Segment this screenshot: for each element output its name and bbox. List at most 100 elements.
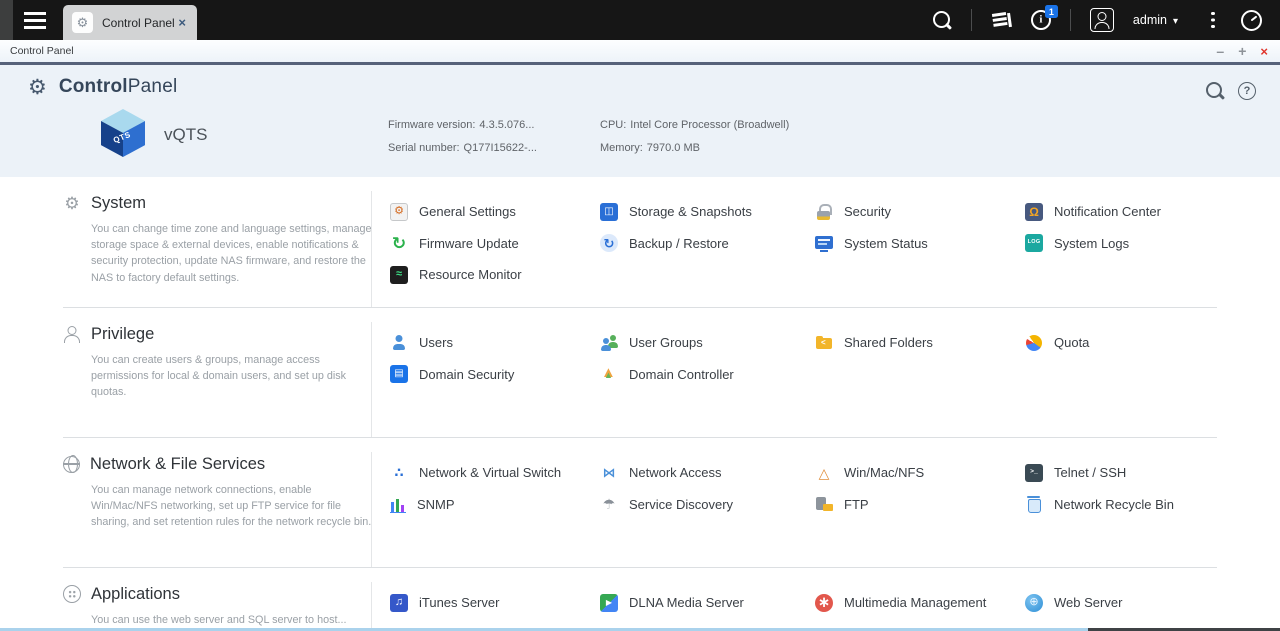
item-service-discovery[interactable]: Service Discovery	[600, 494, 815, 515]
cpu-label: CPU:	[600, 119, 627, 131]
apps-grid-icon	[63, 585, 81, 603]
item-firmware-update[interactable]: Firmware Update	[390, 233, 600, 254]
item-win-mac-nfs[interactable]: Win/Mac/NFS	[815, 462, 1025, 483]
more-options-icon[interactable]	[1211, 11, 1216, 29]
memory-value: 7970.0 MB	[646, 142, 700, 154]
search-icon[interactable]	[932, 10, 952, 30]
section-description: You can use the web server and SQL serve…	[91, 614, 347, 626]
item-multimedia-management[interactable]: Multimedia Management	[815, 592, 1025, 613]
nas-logo: QTS	[96, 109, 150, 161]
item-network-virtual-switch[interactable]: Network & Virtual Switch	[390, 462, 600, 483]
maximize-button[interactable]: +	[1238, 44, 1246, 58]
item-security[interactable]: Security	[815, 201, 1025, 222]
hamburger-icon	[24, 11, 46, 29]
item-system-status[interactable]: System Status	[815, 233, 1025, 254]
multimedia-management-icon	[815, 593, 833, 612]
tab-control-panel[interactable]: Control Panel	[63, 5, 197, 40]
general-settings-icon	[390, 202, 408, 221]
users-icon	[390, 334, 408, 352]
memory-label: Memory:	[600, 142, 643, 154]
control-panel-header: ControlPanel QTS vQTS Firmware version:4…	[0, 65, 1280, 177]
network-recycle-bin-icon	[1025, 495, 1043, 513]
item-general-settings[interactable]: General Settings	[390, 201, 600, 222]
item-network-access[interactable]: Network Access	[600, 462, 815, 483]
window-title: Control Panel	[10, 45, 74, 57]
tab-label: Control Panel	[102, 15, 175, 30]
win-mac-nfs-icon	[815, 464, 833, 482]
topbar-actions: 1 admin	[932, 5, 1280, 32]
qts-desktop: Control Panel 1 admin Control Panel – +	[0, 0, 1280, 631]
shared-folders-icon	[815, 334, 833, 352]
item-web-server[interactable]: Web Server	[1025, 592, 1220, 613]
background-tasks-icon[interactable]	[991, 11, 1012, 29]
system-status-icon	[815, 236, 833, 249]
item-dlna-media-server[interactable]: DLNA Media Server	[600, 592, 815, 613]
network-virtual-switch-icon	[390, 464, 408, 482]
page-title: ControlPanel	[58, 76, 178, 97]
nas-info: Firmware version: 4.3.5.076... CPU: Intel …	[388, 119, 789, 165]
item-user-groups[interactable]: User Groups	[600, 332, 815, 353]
firmware-value: 4.3.5.076...	[479, 119, 535, 131]
quota-icon	[1026, 334, 1042, 351]
section-title: Privilege	[91, 324, 155, 343]
section-description: You can manage network connections, enab…	[91, 484, 372, 529]
control-panel-body: System You can change time zone and lang…	[0, 177, 1280, 631]
item-system-logs[interactable]: System Logs	[1025, 233, 1220, 254]
section-description: You can change time zone and language se…	[91, 223, 372, 284]
dashboard-icon[interactable]	[1241, 9, 1262, 31]
item-storage-snapshots[interactable]: Storage & Snapshots	[600, 201, 815, 222]
item-backup-restore[interactable]: Backup / Restore	[600, 233, 815, 254]
domain-controller-icon	[600, 365, 618, 383]
nas-model: vQTS	[164, 125, 208, 144]
window-title-bar: Control Panel – + ×	[0, 40, 1280, 62]
firmware-label: Firmware version:	[388, 119, 476, 131]
user-groups-icon	[600, 334, 618, 352]
qts-top-bar: Control Panel 1 admin	[0, 0, 1280, 40]
item-quota[interactable]: Quota	[1025, 332, 1220, 353]
panel-search-icon[interactable]	[1206, 82, 1224, 100]
domain-security-icon	[390, 365, 408, 383]
firmware-update-icon	[390, 234, 408, 252]
section-title: Applications	[91, 584, 180, 603]
item-ftp[interactable]: FTP	[815, 494, 1025, 515]
main-menu-button[interactable]	[24, 11, 46, 29]
item-domain-controller[interactable]: Domain Controller	[600, 364, 815, 385]
topbar-divider	[1069, 9, 1071, 31]
caret-down-icon	[1173, 13, 1178, 27]
user-avatar-icon[interactable]	[1089, 8, 1114, 32]
section-network-file-services: Network & File Services You can manage n…	[63, 437, 1217, 567]
minimize-button[interactable]: –	[1216, 44, 1224, 58]
section-title: Network & File Services	[90, 454, 266, 473]
section-description: You can create users & groups, manage ac…	[91, 354, 347, 399]
topbar-left-strip	[0, 0, 13, 40]
username-label: admin	[1132, 13, 1167, 27]
system-logs-icon	[1025, 234, 1043, 252]
item-snmp[interactable]: SNMP	[390, 494, 600, 515]
item-itunes-server[interactable]: iTunes Server	[390, 592, 600, 613]
service-discovery-icon	[600, 495, 618, 513]
gear-outline-icon	[63, 194, 81, 212]
notifications-icon[interactable]: 1	[1030, 5, 1058, 30]
topbar-divider	[970, 9, 972, 31]
tab-close-icon[interactable]	[176, 14, 188, 31]
help-icon[interactable]	[1238, 82, 1256, 100]
item-resource-monitor[interactable]: Resource Monitor	[390, 264, 600, 285]
itunes-server-icon	[390, 593, 408, 612]
control-panel-gear-icon	[72, 12, 93, 33]
network-access-icon	[600, 464, 618, 482]
item-shared-folders[interactable]: Shared Folders	[815, 332, 1025, 353]
section-applications: Applications You can use the web server …	[63, 567, 1217, 631]
ftp-icon	[815, 495, 833, 513]
resource-monitor-icon	[390, 265, 408, 284]
dlna-media-server-icon	[600, 593, 618, 612]
item-users[interactable]: Users	[390, 332, 600, 353]
item-telnet-ssh[interactable]: Telnet / SSH	[1025, 462, 1220, 483]
storage-snapshots-icon	[600, 202, 618, 221]
item-domain-security[interactable]: Domain Security	[390, 364, 600, 385]
item-network-recycle-bin[interactable]: Network Recycle Bin	[1025, 494, 1220, 515]
close-button[interactable]: ×	[1260, 45, 1268, 58]
notification-center-icon	[1025, 202, 1043, 221]
item-notification-center[interactable]: Notification Center	[1025, 201, 1220, 222]
user-menu[interactable]: admin	[1133, 13, 1178, 27]
notification-badge: 1	[1044, 5, 1058, 18]
